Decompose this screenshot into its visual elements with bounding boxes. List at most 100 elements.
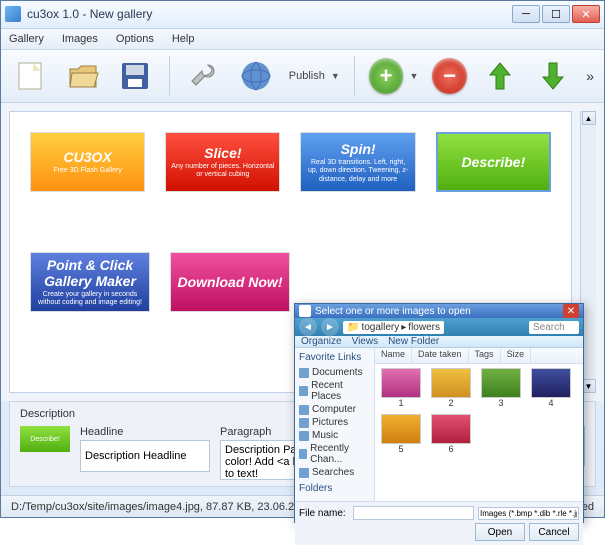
- app-icon: [5, 6, 21, 22]
- maximize-button[interactable]: ☐: [542, 5, 570, 23]
- gallery-thumbnail[interactable]: Spin!Real 3D transitions. Left, right, u…: [300, 132, 415, 192]
- sidebar-item-label: Recent Places: [311, 380, 370, 402]
- folder-icon: [299, 405, 309, 415]
- save-icon: [118, 59, 152, 93]
- add-dropdown-icon[interactable]: ▼: [409, 71, 418, 81]
- col-date[interactable]: Date taken: [412, 348, 469, 363]
- thumb-subtitle: Any number of pieces. Horizontal or vert…: [170, 163, 275, 180]
- wrench-icon: [186, 59, 220, 93]
- file-name-label: File name:: [299, 508, 349, 519]
- folder-icon: [299, 386, 308, 396]
- gallery-thumbnail[interactable]: Slice!Any number of pieces. Horizontal o…: [165, 132, 280, 192]
- file-thumbnail: [381, 414, 421, 444]
- file-item[interactable]: 1: [379, 368, 423, 408]
- dialog-close-button[interactable]: ✕: [563, 304, 579, 318]
- file-name: 4: [548, 398, 553, 408]
- file-name-input[interactable]: [353, 506, 474, 520]
- search-input[interactable]: Search: [529, 321, 579, 334]
- globe-icon: [239, 59, 273, 93]
- sidebar-item[interactable]: Pictures: [299, 416, 370, 429]
- gallery-thumbnail[interactable]: Download Now!: [170, 252, 290, 312]
- settings-button[interactable]: [184, 56, 223, 96]
- thumb-title: Download Now!: [178, 274, 283, 290]
- folder-icon: [299, 449, 307, 459]
- breadcrumb-part[interactable]: togallery: [361, 322, 399, 333]
- dialog-titlebar: Select one or more images to open ✕: [295, 304, 583, 318]
- nav-back-button[interactable]: ◄: [299, 318, 317, 336]
- headline-input[interactable]: [80, 440, 210, 472]
- file-item[interactable]: 5: [379, 414, 423, 454]
- thumbnails-row: CU3OXFree 3D Flash Gallery Slice!Any numb…: [30, 132, 551, 192]
- open-file-button[interactable]: Open: [475, 523, 525, 541]
- sidebar-item[interactable]: Searches: [299, 466, 370, 479]
- gallery-thumbnail[interactable]: Point & Click Gallery MakerCreate your g…: [30, 252, 150, 312]
- file-list-headers: Name Date taken Tags Size: [375, 348, 583, 364]
- add-button[interactable]: +: [369, 58, 404, 94]
- remove-button[interactable]: −: [432, 58, 467, 94]
- close-button[interactable]: ✕: [572, 5, 600, 23]
- gallery-thumbnail[interactable]: CU3OXFree 3D Flash Gallery: [30, 132, 145, 192]
- col-name[interactable]: Name: [375, 348, 412, 363]
- col-tags[interactable]: Tags: [469, 348, 501, 363]
- toolbar-separator: [169, 56, 170, 96]
- toolbar-separator: [354, 56, 355, 96]
- arrow-down-icon: [539, 59, 567, 93]
- sidebar-item-label: Documents: [312, 367, 363, 378]
- file-thumbnail: [531, 368, 571, 398]
- organize-button[interactable]: Organize: [301, 336, 342, 347]
- new-folder-button[interactable]: New Folder: [388, 336, 439, 347]
- titlebar: cu3ox 1.0 - New gallery ─ ☐ ✕: [1, 1, 604, 29]
- publish-button[interactable]: [236, 56, 275, 96]
- sidebar-item-label: Pictures: [312, 417, 348, 428]
- folder-icon: [299, 368, 309, 378]
- menubar: Gallery Images Options Help: [1, 29, 604, 51]
- file-item[interactable]: 2: [429, 368, 473, 408]
- sidebar-item[interactable]: Documents: [299, 366, 370, 379]
- toolbar-overflow-icon[interactable]: »: [586, 68, 594, 84]
- description-thumbnail: Describe!: [20, 426, 70, 452]
- menu-options[interactable]: Options: [116, 33, 154, 45]
- sidebar-title: Favorite Links: [299, 352, 370, 363]
- publish-dropdown-icon[interactable]: ▼: [331, 71, 340, 81]
- breadcrumb[interactable]: 📁 togallery ▸ flowers: [343, 321, 444, 334]
- scroll-up-button[interactable]: ▲: [582, 111, 596, 125]
- file-item[interactable]: 6: [429, 414, 473, 454]
- menu-gallery[interactable]: Gallery: [9, 33, 44, 45]
- breadcrumb-part[interactable]: flowers: [408, 322, 440, 333]
- views-button[interactable]: Views: [352, 336, 379, 347]
- gallery-thumbnail[interactable]: Describe!: [436, 132, 551, 192]
- sidebar-item-label: Computer: [312, 404, 356, 415]
- dialog-app-icon: [299, 305, 311, 317]
- move-up-button[interactable]: [481, 56, 520, 96]
- sidebar-item[interactable]: Computer: [299, 403, 370, 416]
- thumb-title: Describe!: [461, 154, 525, 170]
- sidebar-item[interactable]: Recently Chan...: [299, 442, 370, 466]
- sidebar-item[interactable]: Recent Places: [299, 379, 370, 403]
- file-item[interactable]: 4: [529, 368, 573, 408]
- menu-help[interactable]: Help: [172, 33, 195, 45]
- folder-open-icon: [66, 59, 100, 93]
- file-thumbnail: [431, 414, 471, 444]
- new-button[interactable]: [11, 56, 50, 96]
- menu-images[interactable]: Images: [62, 33, 98, 45]
- file-name: 3: [498, 398, 503, 408]
- file-name: 1: [398, 398, 403, 408]
- headline-label: Headline: [80, 426, 210, 438]
- nav-forward-button[interactable]: ►: [321, 318, 339, 336]
- window-controls: ─ ☐ ✕: [512, 5, 600, 23]
- move-down-button[interactable]: [534, 56, 573, 96]
- file-item[interactable]: 3: [479, 368, 523, 408]
- open-button[interactable]: [64, 56, 103, 96]
- col-size[interactable]: Size: [501, 348, 532, 363]
- thumb-subtitle: Real 3D transitions. Left, right, up, do…: [305, 159, 410, 184]
- minimize-button[interactable]: ─: [512, 5, 540, 23]
- sidebar-item[interactable]: Music: [299, 429, 370, 442]
- window-title: cu3ox 1.0 - New gallery: [27, 7, 512, 21]
- dialog-file-pane: Name Date taken Tags Size 1 2 3 4 56: [375, 348, 583, 501]
- sidebar-item-label: Music: [312, 430, 338, 441]
- folders-label[interactable]: Folders: [299, 483, 370, 494]
- cancel-file-button[interactable]: Cancel: [529, 523, 579, 541]
- folder-icon: [299, 468, 309, 478]
- chevron-right-icon: ▸: [401, 322, 406, 333]
- save-button[interactable]: [116, 56, 155, 96]
